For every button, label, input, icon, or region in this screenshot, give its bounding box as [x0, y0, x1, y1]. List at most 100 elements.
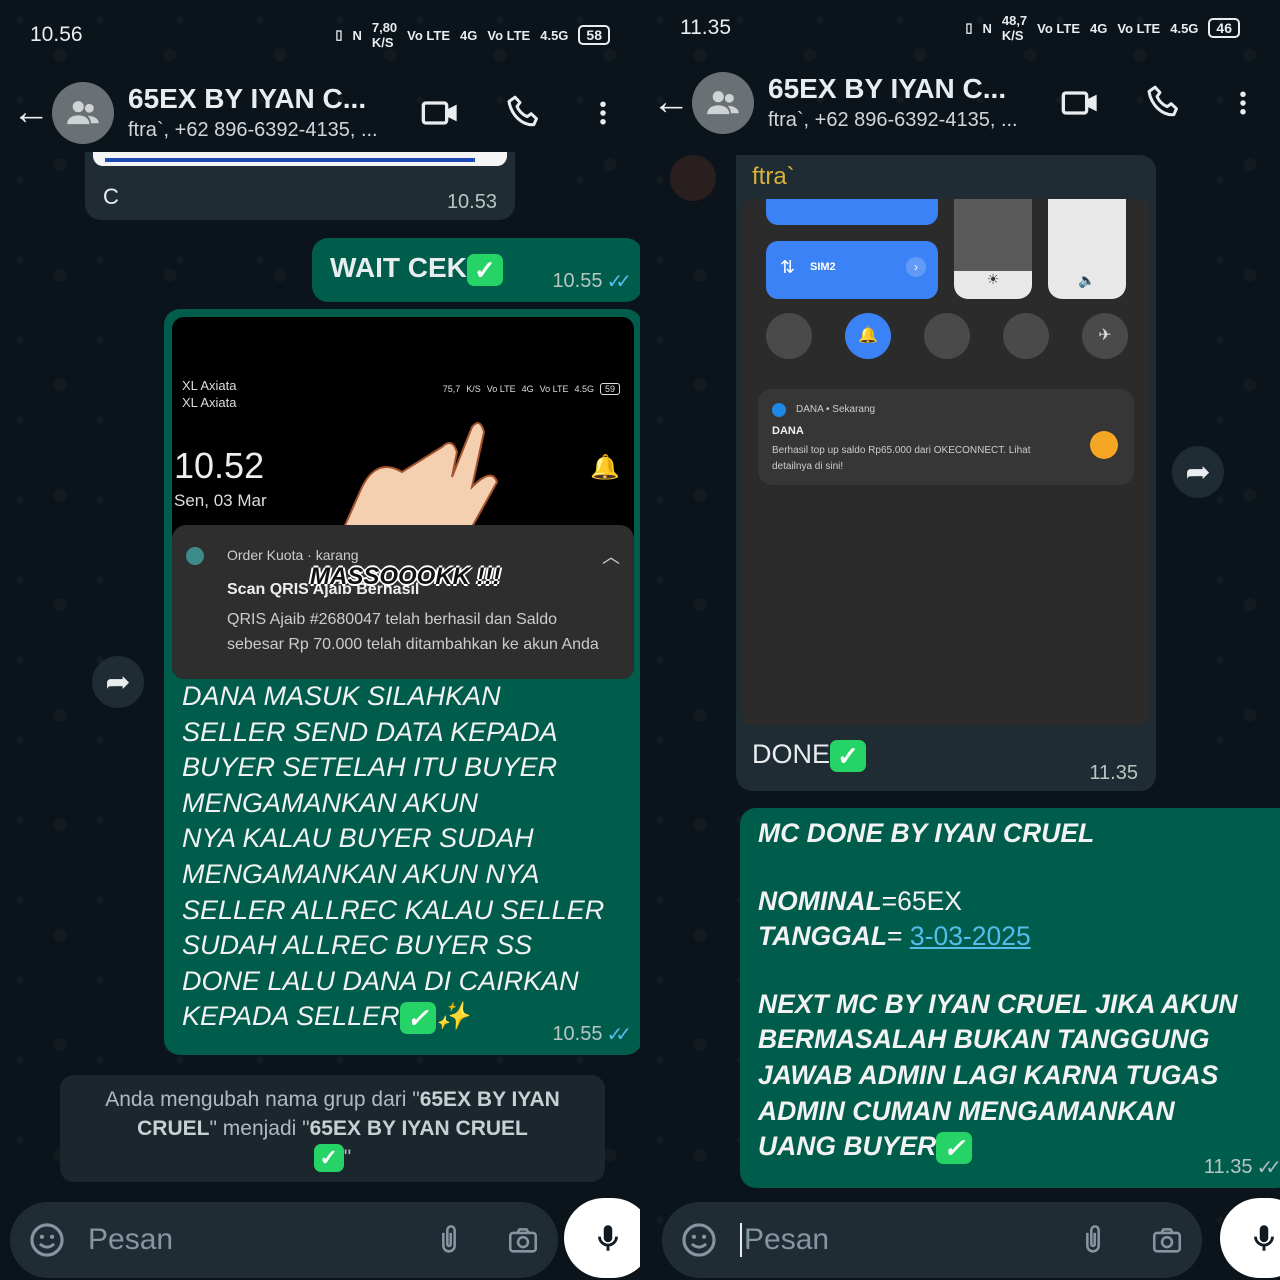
mic-button[interactable] — [1220, 1198, 1280, 1278]
nfc-icon: N — [982, 20, 992, 36]
caption-text: DANA MASUK SILAHKAN SELLER SEND DATA KEP… — [182, 679, 632, 1035]
volume-slider: 🔈 — [1048, 199, 1126, 299]
dana-notification: DANA • Sekarang DANA Berhasil top up sal… — [758, 389, 1134, 485]
group-avatar[interactable] — [692, 71, 754, 134]
image-caption-bubble[interactable]: XL Axiata XL Axiata 75,7 K/S Vo LTE 4G V… — [164, 309, 640, 1055]
shot-bell-icon: 🔔 — [590, 454, 620, 481]
status-bar: 11.35 ▯ N 48,7 K/S Vo LTE 4G Vo LTE 4.5G … — [640, 0, 1280, 56]
left-chat-screen: 10.56 ▯ N 7,80 K/S Vo LTE 4G Vo LTE 4.5G … — [0, 0, 640, 1280]
camera-icon[interactable] — [1150, 1223, 1184, 1257]
vibrate-icon: ▯ — [965, 20, 973, 35]
vibrate-icon: ▯ — [335, 27, 343, 42]
wait-cek-bubble[interactable]: WAIT CEK ✓ 10.55 ✓✓ — [312, 238, 640, 302]
group-avatar[interactable] — [52, 81, 114, 144]
shot-notif-body: QRIS Ajaib #2680047 telah berhasil dan S… — [227, 611, 599, 653]
incoming-image-bubble[interactable]: ftra` ⇅ SIM2 › ☀ 🔈 🔔 ✈ DANA • Sekarang D… — [736, 155, 1156, 791]
message-input[interactable]: Pesan — [88, 1223, 392, 1257]
notif-body: Berhasil top up saldo Rp65.000 dari OKEC… — [772, 445, 1031, 472]
message-input-box[interactable]: Pesan — [10, 1202, 558, 1278]
prev-image-edge — [93, 152, 507, 166]
message-time: 10.55 ✓✓ — [552, 270, 631, 293]
emoji-icon[interactable] — [680, 1221, 718, 1259]
more-vert-icon[interactable] — [588, 93, 618, 133]
volte-1: Vo LTE — [407, 27, 451, 43]
sender-name: ftra` — [752, 163, 795, 190]
camera-icon[interactable] — [506, 1223, 540, 1257]
battery-level: 58 — [578, 25, 610, 45]
composer-bar: Pesan — [0, 1190, 640, 1280]
message-time: 11.35 ✓✓ — [1203, 1156, 1280, 1179]
message-input-box[interactable]: Pesan — [662, 1202, 1202, 1278]
shot-chevron-up-icon: ︿ — [602, 547, 620, 567]
chat-header: ← 65EX BY IYAN C... ftra`, +62 896-6392-… — [640, 60, 1280, 145]
dana-app-icon — [772, 403, 786, 417]
emoji-icon[interactable] — [28, 1221, 66, 1259]
caption-line: BUYER SETELAH ITU BUYER — [182, 752, 558, 783]
shot-clock: 10.52 — [174, 445, 265, 486]
forward-icon[interactable]: ➦ — [92, 656, 144, 708]
chat-subtitle: ftra`, +62 896-6392-4135, ... — [128, 119, 378, 141]
chat-header: ← 65EX BY IYAN C... ftra`, +62 896-6392-… — [0, 70, 640, 155]
network-1: 4G — [460, 27, 478, 43]
video-call-icon[interactable] — [420, 93, 460, 133]
group-avatar-icon — [707, 90, 739, 114]
back-arrow-icon[interactable]: ← — [12, 91, 52, 134]
network-2: 4.5G — [1170, 20, 1199, 36]
prev-incoming-bubble[interactable]: C 10.53 — [85, 152, 515, 220]
check-mark-icon: ✓ — [313, 1144, 344, 1173]
check-mark-icon: ✓ — [936, 1132, 973, 1165]
voice-call-icon[interactable] — [504, 93, 544, 133]
voice-call-icon[interactable] — [1144, 83, 1184, 123]
data-arrows-icon: ⇅ — [780, 257, 796, 277]
screenshot-image[interactable]: XL Axiata XL Axiata 75,7 K/S Vo LTE 4G V… — [172, 317, 634, 679]
mic-button[interactable] — [564, 1198, 640, 1278]
shot-carrier: XL Axiata XL Axiata — [182, 378, 237, 410]
mic-icon — [1254, 1225, 1274, 1251]
chat-title-block[interactable]: 65EX BY IYAN C... ftra`, +62 896-6392-41… — [128, 83, 420, 142]
more-vert-icon[interactable] — [1228, 83, 1258, 123]
qs-tile-sim: ⇅ SIM2 › — [766, 241, 938, 299]
chat-title-block[interactable]: 65EX BY IYAN C... ftra`, +62 896-6392-41… — [768, 73, 1060, 132]
attach-icon[interactable] — [432, 1223, 466, 1257]
note-line-last: UANG BUYER ✓ — [758, 1129, 1280, 1165]
chat-title: 65EX BY IYAN C... — [768, 73, 1007, 104]
network-1: 4G — [1090, 20, 1108, 36]
check-mark-icon: ✓ — [466, 253, 503, 286]
message-input[interactable]: Pesan — [740, 1223, 1036, 1257]
caption-line: DONE LALU DANA DI CAIRKAN — [182, 965, 579, 996]
check-mark-icon: ✓ — [399, 1002, 436, 1035]
net-speed: 7,80 K/S — [371, 20, 398, 50]
date-link[interactable]: 3-03-2025 — [910, 921, 1031, 951]
composer-bar: Pesan — [640, 1190, 1280, 1280]
message-time: 10.55 ✓✓ — [552, 1023, 631, 1046]
status-icons: ▯ N 7,80 K/S Vo LTE 4G Vo LTE 4.5G 58 — [335, 20, 610, 50]
sim-label: SIM2 — [810, 261, 836, 273]
video-call-icon[interactable] — [1060, 83, 1100, 123]
mc-done-bubble[interactable]: MC DONE BY IYAN CRUEL NOMINAL=65EX TANGG… — [740, 808, 1280, 1188]
shot-status-icons: 75,7 K/S Vo LTE 4G Vo LTE 4.5G 59 — [443, 383, 620, 395]
sticker-text: MASSOOOKK !!! — [310, 563, 501, 590]
network-2: 4.5G — [540, 27, 569, 43]
chevron-right-icon: › — [906, 257, 926, 277]
shot-notification: Order Kuota · karang ︿ Scan QRIS Ajaib B… — [172, 525, 634, 679]
attach-icon[interactable] — [1076, 1223, 1110, 1257]
status-bar: 10.56 ▯ N 7,80 K/S Vo LTE 4G Vo LTE 4.5G … — [0, 0, 640, 70]
mc-done-text: MC DONE BY IYAN CRUEL NOMINAL=65EX TANGG… — [758, 816, 1280, 1165]
shot-date: Sen, 03 Mar — [174, 491, 267, 510]
shot-app-icon — [186, 547, 204, 565]
forward-icon[interactable]: ➦ — [1172, 446, 1224, 498]
sender-avatar[interactable] — [670, 155, 716, 201]
qs-round-toggles: 🔔 ✈ — [766, 313, 1128, 359]
right-chat-screen: 11.35 ▯ N 48,7 K/S Vo LTE 4G Vo LTE 4.5G … — [640, 0, 1280, 1280]
mic-icon — [598, 1225, 618, 1251]
status-time: 10.56 — [30, 23, 83, 46]
shot-notif-app: Order Kuota · karang — [227, 547, 359, 563]
caption-line: SUDAH ALLREC BUYER SS — [182, 930, 533, 961]
done-text: DONE ✓ — [752, 739, 867, 772]
tanggal-line: TANGGAL= 3-03-2025 — [758, 921, 1031, 952]
wait-text: WAIT CEK ✓ — [330, 252, 503, 286]
screenshot-image[interactable]: ⇅ SIM2 › ☀ 🔈 🔔 ✈ DANA • Sekarang DANA Be… — [742, 199, 1150, 725]
brightness-slider: ☀ — [954, 199, 1032, 299]
back-arrow-icon[interactable]: ← — [652, 81, 692, 124]
notif-title: DANA — [772, 425, 804, 437]
